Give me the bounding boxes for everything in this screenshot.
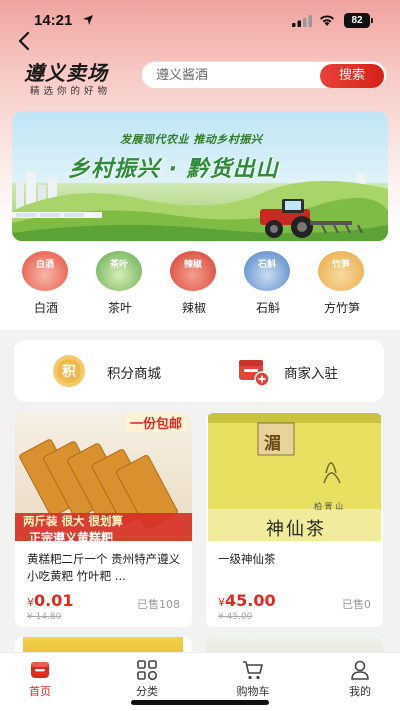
category-label: 茶叶 — [107, 301, 132, 315]
product-price: ¥0.01 — [27, 591, 74, 610]
bamboo-shoot-icon: 竹笋 — [318, 251, 364, 291]
category-label: 白酒 — [33, 301, 58, 315]
banner-tagline: 发展现代农业 推动乡村振兴 — [120, 133, 263, 146]
sold-count: 已售108 — [137, 598, 180, 611]
svg-text:积: 积 — [62, 363, 76, 380]
wifi-icon — [320, 15, 334, 26]
product-card[interactable]: 一份包邮 两斤装 很大 很划算 正宗遵义黄糕粑 黄糕粑二斤一个 贵州特产遵义小吃… — [15, 413, 192, 627]
category-label: 辣椒 — [181, 301, 206, 315]
status-time: 14:21 — [34, 12, 73, 29]
original-price: ¥ 14.80 — [27, 612, 62, 622]
tab-label: 分类 — [136, 685, 158, 698]
category-tea[interactable]: 茶叶 茶叶 — [90, 250, 150, 320]
category-dendrobium[interactable]: 石斛 石斛 — [238, 250, 298, 320]
product-image: 一份包邮 两斤装 很大 很划算 正宗遵义黄糕粑 — [15, 413, 192, 545]
cart-icon — [243, 661, 263, 680]
battery-indicator: 82 — [344, 13, 370, 28]
tab-label: 购物车 — [236, 685, 270, 698]
product-package-title: 神仙茶 — [266, 519, 326, 540]
tab-profile[interactable]: 我的 — [320, 653, 400, 703]
product-name: 黄糕粑二斤一个 贵州特产遵义小吃黄粑 竹叶粑 ... — [27, 552, 181, 583]
tab-home[interactable]: 首页 — [0, 653, 80, 703]
logo-subtitle: 精选你的好物 — [30, 86, 112, 97]
user-icon — [351, 660, 369, 680]
product-price: ¥45.00 — [218, 591, 276, 610]
battery-tip — [371, 18, 373, 23]
category-baijiu[interactable]: 白酒 白酒 — [16, 250, 76, 320]
home-indicator — [131, 700, 269, 705]
points-mall-label: 积分商城 — [107, 366, 161, 382]
product-image: 湄 柏 箐 山 神仙茶 — [206, 413, 383, 541]
tea-icon: 茶叶 — [96, 251, 142, 291]
dendrobium-icon: 石斛 — [244, 251, 290, 291]
store-add-icon — [239, 360, 270, 387]
banner-title: 乡村振兴 · 黔货出山 — [68, 157, 279, 182]
product-logo-text: 湄 — [264, 434, 281, 454]
search-input[interactable] — [156, 62, 316, 88]
category-grid-icon — [137, 660, 158, 681]
tab-category[interactable]: 分类 — [107, 653, 187, 703]
points-mall-link[interactable]: 积 积分商城 — [46, 340, 196, 402]
category-row: 白酒 白酒 茶叶 茶叶 辣椒 辣椒 石斛 石斛 竹笋 方竹笋 — [0, 250, 400, 320]
product-name: 一级神仙茶 — [218, 552, 276, 566]
product-card[interactable]: 湄 柏 箐 山 神仙茶 一级神仙茶 ¥45.00 已售0 ¥ 45.00 — [206, 413, 383, 627]
location-arrow-icon — [83, 15, 93, 25]
chili-icon: 辣椒 — [170, 251, 216, 291]
merchant-join-link[interactable]: 商家入驻 — [234, 340, 384, 402]
search-bar: 搜索 — [141, 61, 387, 89]
category-chili[interactable]: 辣椒 辣椒 — [164, 250, 224, 320]
promo-banner[interactable]: 发展现代农业 推动乡村振兴 乡村振兴 · 黔货出山 — [12, 111, 388, 241]
points-coin-icon: 积 — [53, 355, 85, 387]
category-label: 石斛 — [255, 301, 280, 315]
cellular-signal-icon — [292, 15, 312, 27]
home-icon — [31, 662, 49, 678]
status-bar: 14:21 82 — [0, 0, 400, 40]
product-brand-text: 柏 箐 山 — [314, 502, 344, 511]
search-button[interactable]: 搜索 — [320, 64, 384, 88]
promo-tag: 两斤装 很大 很划算 — [23, 514, 124, 528]
category-bamboo-shoot[interactable]: 竹笋 方竹笋 — [312, 250, 372, 320]
tab-label: 首页 — [29, 685, 51, 698]
merchant-join-label: 商家入驻 — [284, 366, 338, 382]
promo-text: 一份包邮 — [125, 413, 186, 432]
sold-count: 已售0 — [342, 598, 371, 611]
tab-label: 我的 — [349, 685, 371, 698]
quick-links-card: 积 积分商城 商家入驻 — [14, 340, 384, 402]
promo-title: 正宗遵义黄糕粑 — [29, 531, 114, 545]
original-price: ¥ 45.00 — [218, 612, 253, 622]
back-icon[interactable] — [14, 30, 36, 52]
category-label: 方竹笋 — [323, 301, 360, 315]
tab-cart[interactable]: 购物车 — [213, 653, 293, 703]
baijiu-icon: 白酒 — [22, 251, 68, 291]
logo-title: 遵义卖场 — [24, 61, 108, 85]
